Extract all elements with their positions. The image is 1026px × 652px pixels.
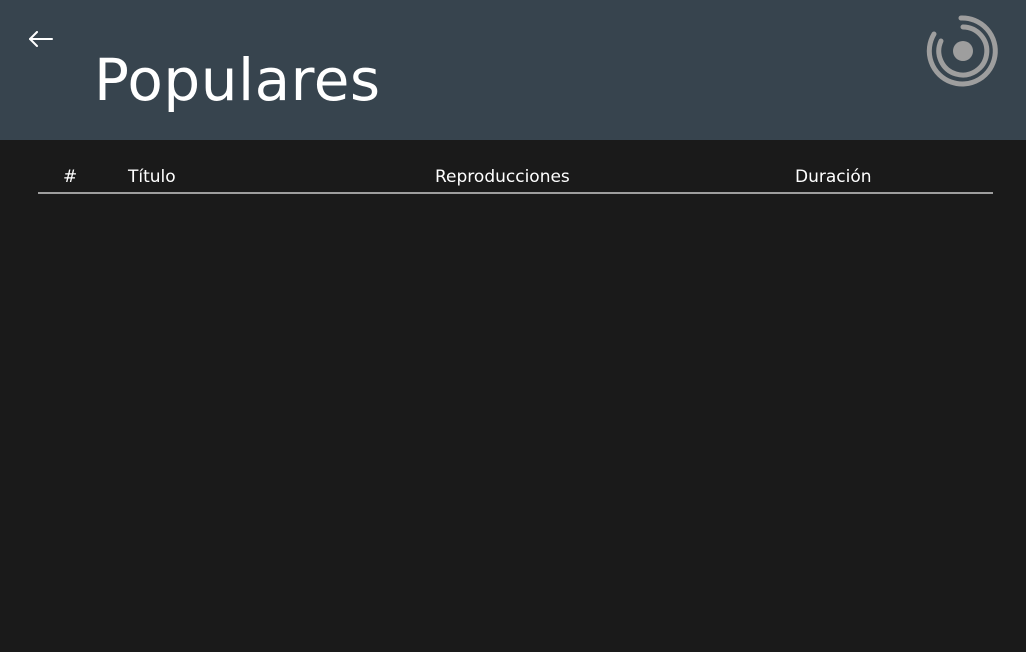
column-header-number[interactable]: # <box>63 166 77 188</box>
page-header: Populares <box>0 0 1026 140</box>
column-header-plays[interactable]: Reproducciones <box>435 166 570 188</box>
track-list <box>38 194 993 634</box>
table-header: # Título Reproducciones Duración <box>38 163 993 194</box>
app-logo-icon[interactable] <box>926 14 1000 88</box>
column-header-title[interactable]: Título <box>128 166 176 188</box>
page-title: Populares <box>94 46 381 114</box>
column-header-duration[interactable]: Duración <box>795 166 872 188</box>
back-button[interactable] <box>26 26 56 52</box>
arrow-left-icon <box>28 31 54 47</box>
